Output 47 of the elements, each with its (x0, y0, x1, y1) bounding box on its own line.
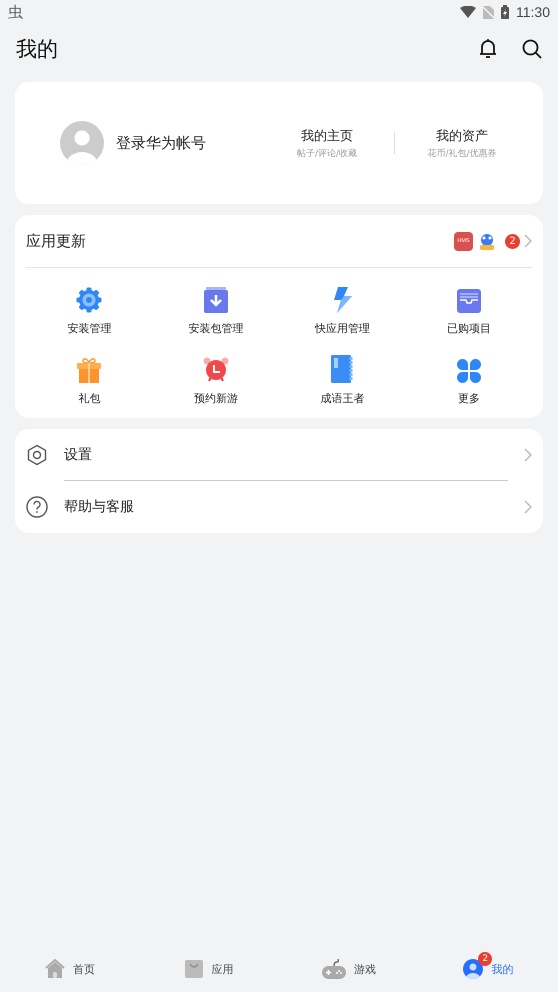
section-title[interactable]: 应用更新 (26, 232, 86, 250)
page-title: 我的 (16, 36, 58, 63)
alarm-clock-icon (202, 357, 229, 383)
battery-icon (501, 5, 509, 19)
download-box-icon (204, 287, 228, 313)
help-icon (26, 496, 48, 518)
tool-item[interactable]: 更多 (406, 338, 532, 408)
nav-tab[interactable]: 2 我的 (418, 946, 558, 992)
no-sim-icon (483, 6, 494, 18)
app-icon (477, 231, 497, 251)
wifi-icon (460, 6, 476, 18)
nav-tab[interactable]: 应用 (140, 946, 279, 992)
login-link[interactable]: 登录华为帐号 (116, 134, 206, 152)
profile-link[interactable]: 我的资产 (436, 126, 488, 144)
status-time: 11:30 (516, 4, 550, 20)
search-icon[interactable] (522, 39, 542, 59)
gear-icon (76, 287, 102, 313)
gift-icon (77, 357, 102, 383)
settings-icon (26, 444, 48, 466)
menu-item[interactable]: 帮助与客服 (26, 481, 532, 533)
gamepad-icon (322, 959, 346, 979)
profile-link-subtitle: 花币/礼包/优惠券 (427, 148, 497, 160)
chevron-right-icon (524, 448, 532, 462)
profile-link-subtitle: 帖子/评论/收藏 (296, 148, 358, 160)
tool-item[interactable]: 安装包管理 (152, 268, 279, 338)
home-icon (44, 959, 65, 979)
shopping-bag-icon (185, 960, 204, 978)
status-app-icon: 虫 (8, 2, 23, 22)
update-count-badge: 2 (505, 234, 520, 248)
nav-tab[interactable]: 首页 (0, 946, 140, 992)
user-icon (463, 959, 484, 979)
bell-icon[interactable] (478, 38, 498, 60)
tool-item[interactable]: 已购项目 (406, 268, 532, 338)
lightning-icon (332, 287, 352, 313)
profile-link[interactable]: 我的主页 (301, 126, 353, 144)
tool-item[interactable]: 成语王者 (279, 338, 406, 408)
tool-item[interactable]: 安装管理 (26, 268, 152, 338)
notification-badge: 2 (478, 952, 492, 966)
menu-item[interactable]: 设置 (26, 429, 532, 481)
tray-icon (456, 289, 481, 313)
tool-item[interactable]: 快应用管理 (279, 268, 406, 338)
chevron-right-icon (524, 500, 532, 514)
nav-tab[interactable]: 游戏 (279, 946, 418, 992)
clover-icon (456, 359, 481, 383)
tool-item[interactable]: 礼包 (26, 338, 152, 408)
tool-item[interactable]: 预约新游 (152, 338, 279, 408)
book-icon (331, 355, 354, 383)
